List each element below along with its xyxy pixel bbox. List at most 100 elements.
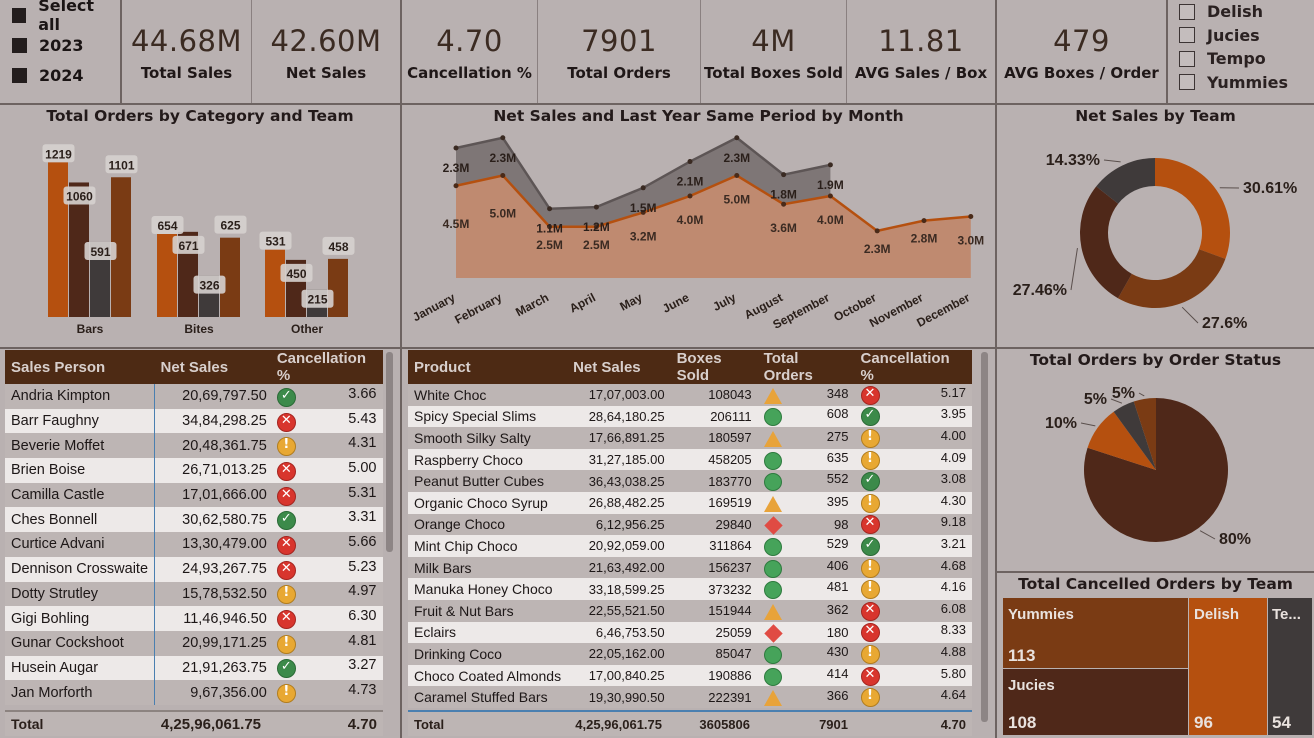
table-row[interactable]: Camilla Castle 17,01,666.00 ✕ 5.31 [5,482,383,508]
table-row[interactable]: Choco Coated Almonds 17,00,840.25 190886 41… [408,664,972,687]
cell-cancellation: ✕ 5.31 [270,482,383,508]
data-point[interactable] [640,185,646,191]
checkbox-icon[interactable] [12,67,27,83]
data-label: 450 [280,263,313,282]
col-header-total-orders[interactable]: Total Orders [757,350,855,384]
table-row[interactable]: Fruit & Nut Bars 22,55,521.50 151944 362 ✕ 6.… [408,599,972,622]
diamond-icon [763,624,783,643]
data-point[interactable] [547,206,553,212]
slicer-team-tempo[interactable]: Tempo [1179,47,1309,71]
svg-text:450: 450 [286,267,306,281]
slicer-2023[interactable]: 2023 [12,30,117,60]
table-row[interactable]: Milk Bars 21,63,492.00 156237 406! 4.68 [408,556,972,579]
col-header-net-sales[interactable]: Net Sales [567,350,671,384]
chart-title-net-sales-month: Net Sales and Last Year Same Period by M… [493,107,904,125]
cancellation-value: 5.00 [348,459,377,476]
table-row[interactable]: Raspberry Choco 31,27,185.00 458205 635! 4.0… [408,448,972,471]
table-row[interactable]: Drinking Coco 22,05,162.00 85047 430! 4.88 [408,643,972,665]
data-point[interactable] [921,218,927,224]
checkbox-icon[interactable] [12,37,27,53]
col-header-cancellation[interactable]: Cancellation % [270,350,383,384]
table-row[interactable]: Ches Bonnell 30,62,580.75 ✓ 3.31 [5,507,383,533]
table-row[interactable]: Husein Augar 21,91,263.75 ✓ 3.27 [5,655,383,681]
checkbox-icon[interactable] [1179,3,1195,20]
data-point[interactable] [781,201,787,207]
kpi-boxes-sold: 4M Total Boxes Sold [704,24,843,82]
table-row[interactable]: Brien Boise 26,71,013.25 ✕ 5.00 [5,458,383,483]
data-point[interactable] [734,135,740,141]
checkbox-icon[interactable] [1179,50,1195,67]
data-point[interactable] [687,193,693,199]
circle-icon [763,667,782,686]
donut-slice[interactable] [1080,186,1132,299]
table-row[interactable]: Jan Morforth 9,67,356.00! 4.73 [5,680,383,705]
col-header-product[interactable]: Product [408,350,568,384]
col-header-net-sales[interactable]: Net Sales [154,350,271,384]
cancellation-value: 4.00 [940,427,966,443]
orders-value: 608 [826,406,849,422]
donut-slice[interactable] [1118,249,1226,308]
treemap-tile-jucies[interactable]: Jucies 108 [1003,669,1188,735]
table-row[interactable]: Organic Choco Syrup 26,88,482.25 169519 395… [408,491,972,514]
data-point[interactable] [500,173,506,178]
table-row[interactable]: Caramel Stuffed Bars 19,30,990.50 222391 36… [408,686,972,708]
table-row[interactable]: Andria Kimpton 20,69,797.50 ✓ 3.66 [5,384,383,409]
cell-cancellation: ✕ 5.80 [854,664,972,687]
treemap-tile-delish[interactable]: Delish 96 [1189,598,1267,735]
table-row[interactable]: Mint Chip Choco 20,92,059.00 311864 529 ✓ 3.2… [408,535,972,557]
table-row[interactable]: White Choc 17,07,003.00 108043 348 ✕ 5.17 [408,384,972,406]
table-row[interactable]: Dotty Strutley 15,78,532.50! 4.97 [5,581,383,607]
col-header-cancellation[interactable]: Cancellation % [854,350,972,384]
bar[interactable] [328,258,348,317]
slicer-team-delish[interactable]: Delish [1179,0,1309,24]
checkbox-icon[interactable] [1179,27,1195,44]
treemap-tile-tempo[interactable]: Te... 54 [1268,598,1312,735]
data-point[interactable] [453,183,459,189]
table-row[interactable]: Curtice Advani 13,30,479.00 ✕ 5.66 [5,532,383,557]
scrollbar[interactable] [981,352,988,722]
data-point[interactable] [827,162,833,168]
cancellation-value: 4.68 [940,557,966,573]
bar[interactable] [48,162,68,317]
cell-cancellation: ✕ 9.18 [854,513,972,536]
col-header-sales-person[interactable]: Sales Person [5,350,155,384]
data-point[interactable] [687,159,693,165]
slicer-team-jucies[interactable]: Jucies [1179,24,1309,48]
slicer-select-all[interactable]: Select all [12,0,117,34]
cancellation-value: 9.18 [940,514,966,530]
slicer-team-yummies[interactable]: Yummies [1179,71,1309,95]
kpi-avg-sales-box: 11.81 AVG Sales / Box [854,24,988,82]
table-row[interactable]: Peanut Butter Cubes 36,43,038.25 183770 552… [408,470,972,492]
table-row[interactable]: Barr Faughny 34,84,298.25 ✕ 5.43 [5,408,383,434]
table-row[interactable]: Dennison Crosswaite 24,93,267.75 ✕ 5.23 [5,556,383,582]
slicer-2024[interactable]: 2024 [12,60,117,90]
col-header-boxes-sold[interactable]: Boxes Sold [670,350,758,384]
checkbox-icon[interactable] [12,7,27,23]
table-row[interactable]: Eclairs 6,46,753.50 25059 180 ✕ 8.33 [408,621,972,644]
table-row[interactable]: Manuka Honey Choco 33,18,599.25 373232 481!… [408,578,972,600]
cancellation-value: 5.43 [348,410,377,427]
data-point[interactable] [874,228,880,234]
table-row[interactable]: Spicy Special Slims 28,64,180.25 206111 608… [408,405,972,428]
data-point[interactable] [968,214,974,219]
table-row[interactable]: Orange Choco 6,12,956.25 29840 98 ✕ 9.18 [408,513,972,536]
data-point[interactable] [827,193,833,199]
bar[interactable] [265,249,285,317]
cell-sales-person: Curtice Advani [5,532,156,557]
data-point[interactable] [781,172,787,178]
checkbox-icon[interactable] [1179,74,1195,91]
table-row[interactable]: Smooth Silky Salty 17,66,891.25 180597 275!… [408,427,972,449]
data-point[interactable] [500,135,506,141]
data-label: 1.8M [770,188,797,202]
cell-cancellation: ✕ 5.23 [270,556,383,582]
treemap-tile-yummies[interactable]: Yummies 113 [1003,598,1188,668]
data-point[interactable] [734,173,740,178]
scrollbar[interactable] [386,352,393,552]
donut-slice[interactable] [1155,158,1230,259]
table-row[interactable]: Gunar Cockshoot 20,99,171.25! 4.81 [5,630,383,656]
table-row[interactable]: Gigi Bohling 11,46,946.50 ✕ 6.30 [5,606,383,631]
data-point[interactable] [593,204,599,210]
data-label: 2.3M [723,151,750,165]
data-point[interactable] [453,145,459,151]
table-row[interactable]: Beverie Moffet 20,48,361.75! 4.31 [5,433,383,459]
